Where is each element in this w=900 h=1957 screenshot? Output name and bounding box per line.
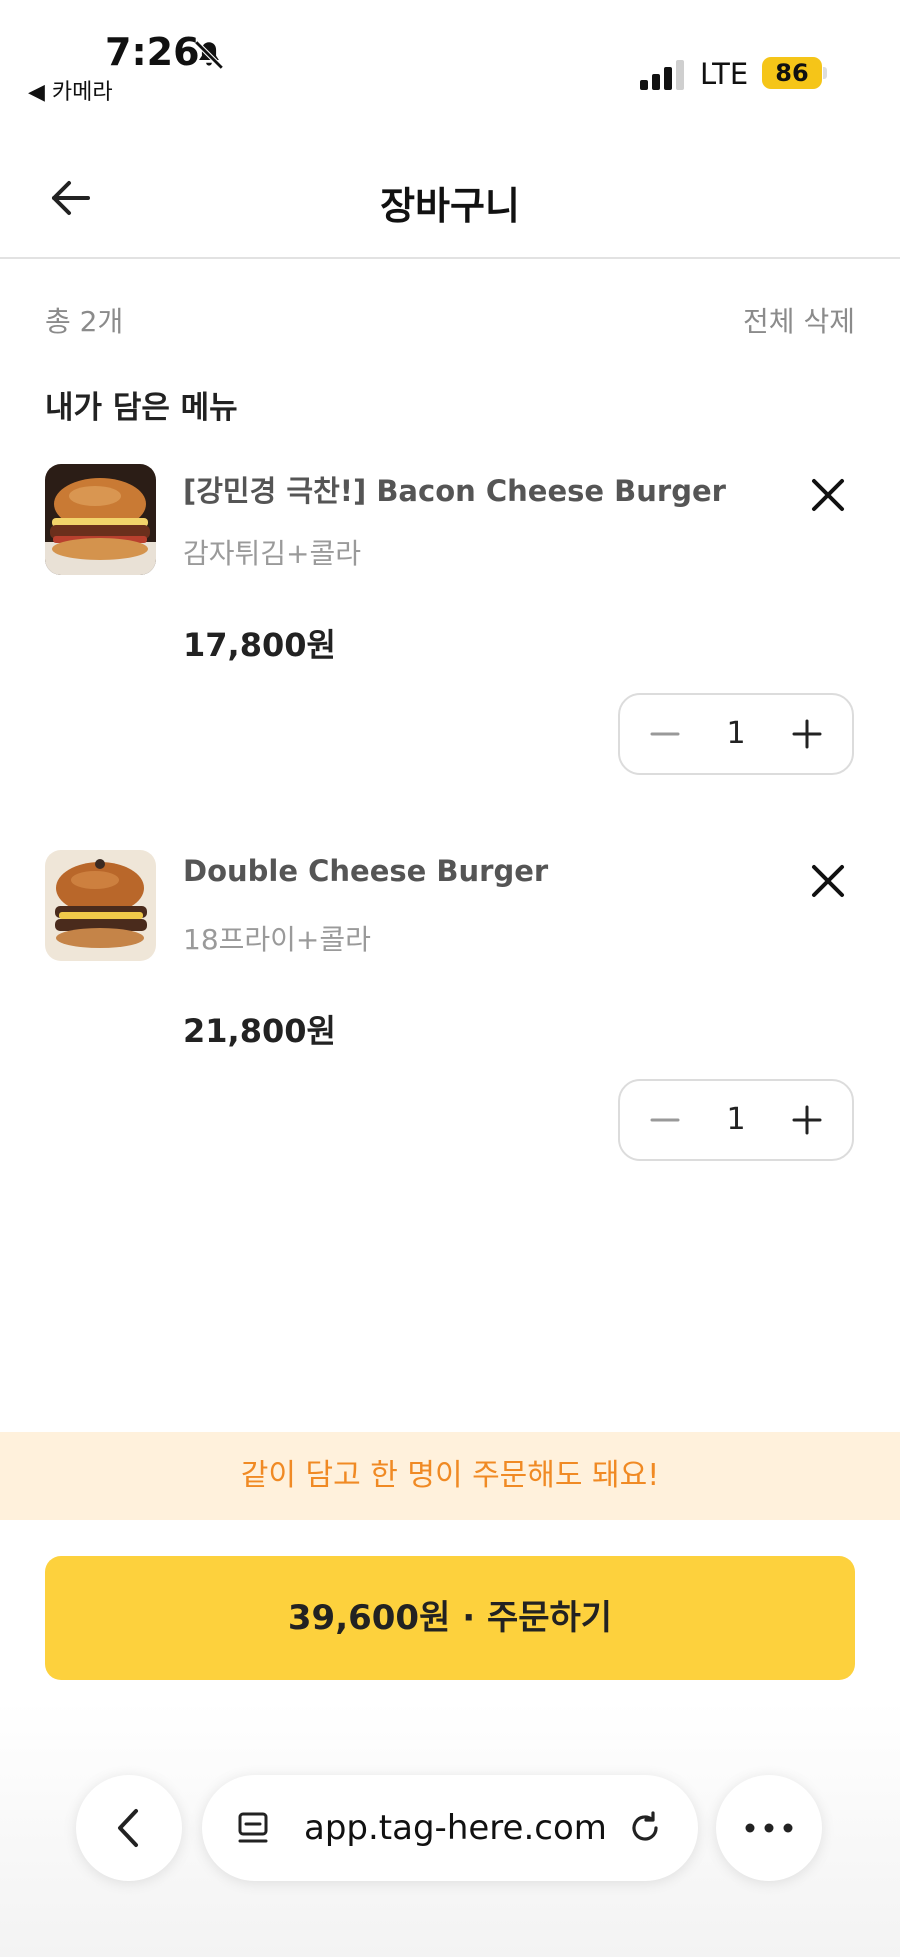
item-option: 감자튀김+콜라 bbox=[183, 537, 362, 570]
group-order-banner: 같이 담고 한 명이 주문해도 돼요! bbox=[0, 1432, 900, 1520]
remove-item-icon[interactable] bbox=[808, 861, 848, 901]
total-count: 총 2개 bbox=[45, 305, 124, 338]
browser-back-button[interactable] bbox=[76, 1775, 182, 1881]
plus-icon[interactable] bbox=[772, 695, 842, 773]
tabs-icon bbox=[238, 1812, 268, 1843]
page-title: 장바구니 bbox=[380, 184, 520, 228]
bacon-burger-image bbox=[45, 464, 156, 575]
plus-icon[interactable] bbox=[772, 1081, 842, 1159]
item-name: [강민경 극찬!] Bacon Cheese Burger bbox=[183, 474, 726, 508]
reload-icon[interactable] bbox=[626, 1809, 664, 1847]
remove-item-icon[interactable] bbox=[808, 475, 848, 515]
chevron-left-icon bbox=[118, 1809, 138, 1847]
item-thumbnail bbox=[45, 850, 156, 961]
quantity-value: 1 bbox=[726, 1102, 746, 1137]
back-to-app-link[interactable]: ◀ 카메라 bbox=[28, 74, 113, 106]
quantity-stepper: 1 bbox=[618, 693, 854, 775]
delete-all-button[interactable]: 전체 삭제 bbox=[743, 300, 855, 340]
item-price: 21,800원 bbox=[183, 1012, 336, 1050]
header-divider bbox=[0, 257, 900, 259]
url-text: app.tag-here.com bbox=[304, 1808, 607, 1848]
bell-muted-icon bbox=[194, 40, 224, 70]
item-name: Double Cheese Burger bbox=[183, 854, 549, 888]
battery-indicator: 86 bbox=[762, 57, 822, 89]
quantity-stepper: 1 bbox=[618, 1079, 854, 1161]
order-button[interactable]: 39,600원 · 주문하기 bbox=[45, 1556, 855, 1680]
signal-icon bbox=[640, 60, 684, 90]
double-cheese-burger-image bbox=[45, 850, 156, 961]
quantity-value: 1 bbox=[726, 716, 746, 751]
item-thumbnail bbox=[45, 464, 156, 575]
status-time: 7:26 bbox=[105, 30, 200, 74]
network-label: LTE bbox=[700, 57, 749, 91]
more-icon bbox=[745, 1823, 793, 1833]
item-price: 17,800원 bbox=[183, 626, 336, 664]
browser-more-button[interactable] bbox=[716, 1775, 822, 1881]
section-title: 내가 담은 메뉴 bbox=[45, 390, 238, 426]
item-option: 18프라이+콜라 bbox=[183, 923, 371, 956]
url-bar[interactable]: app.tag-here.com bbox=[202, 1775, 698, 1881]
battery-tip bbox=[823, 67, 827, 79]
